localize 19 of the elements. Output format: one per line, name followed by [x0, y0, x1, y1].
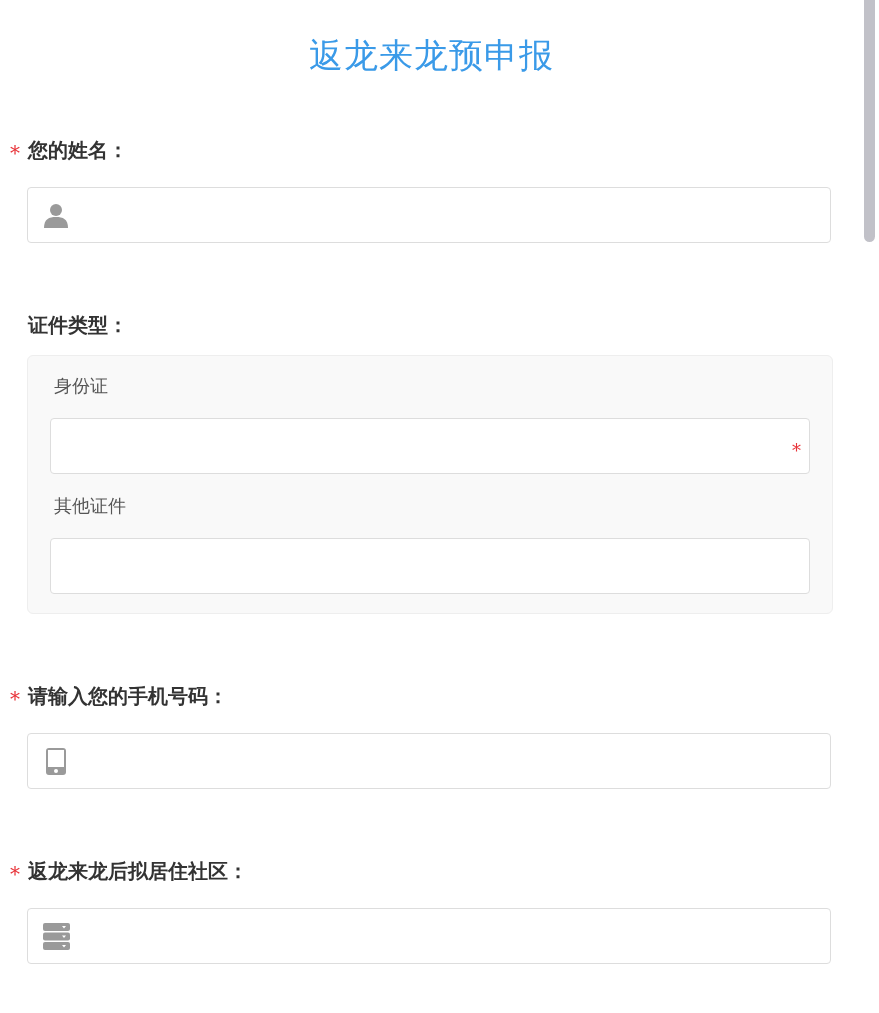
option-label: 其他证件: [54, 494, 126, 518]
dropdown-list-icon: [43, 922, 70, 950]
required-mark: *: [10, 140, 20, 163]
required-mark: *: [10, 686, 20, 709]
input-field[interactable]: *: [50, 418, 810, 474]
field-label: 返龙来龙后拟居住社区：: [28, 858, 248, 885]
required-mark: *: [10, 861, 20, 884]
input-field[interactable]: [50, 538, 810, 594]
field-label: 请输入您的手机号码：: [28, 683, 228, 710]
person-icon: [43, 201, 70, 229]
input-field[interactable]: [27, 187, 831, 243]
required-mark: *: [792, 438, 801, 461]
scrollbar-thumb[interactable]: [864, 0, 876, 242]
input-field[interactable]: [27, 733, 831, 789]
option-label: 身份证: [54, 374, 108, 398]
dropdown-field[interactable]: [27, 908, 831, 964]
page-title: 返龙来龙预申报: [308, 34, 555, 77]
field-label: 您的姓名：: [28, 137, 128, 164]
field-label: 证件类型：: [28, 312, 128, 339]
